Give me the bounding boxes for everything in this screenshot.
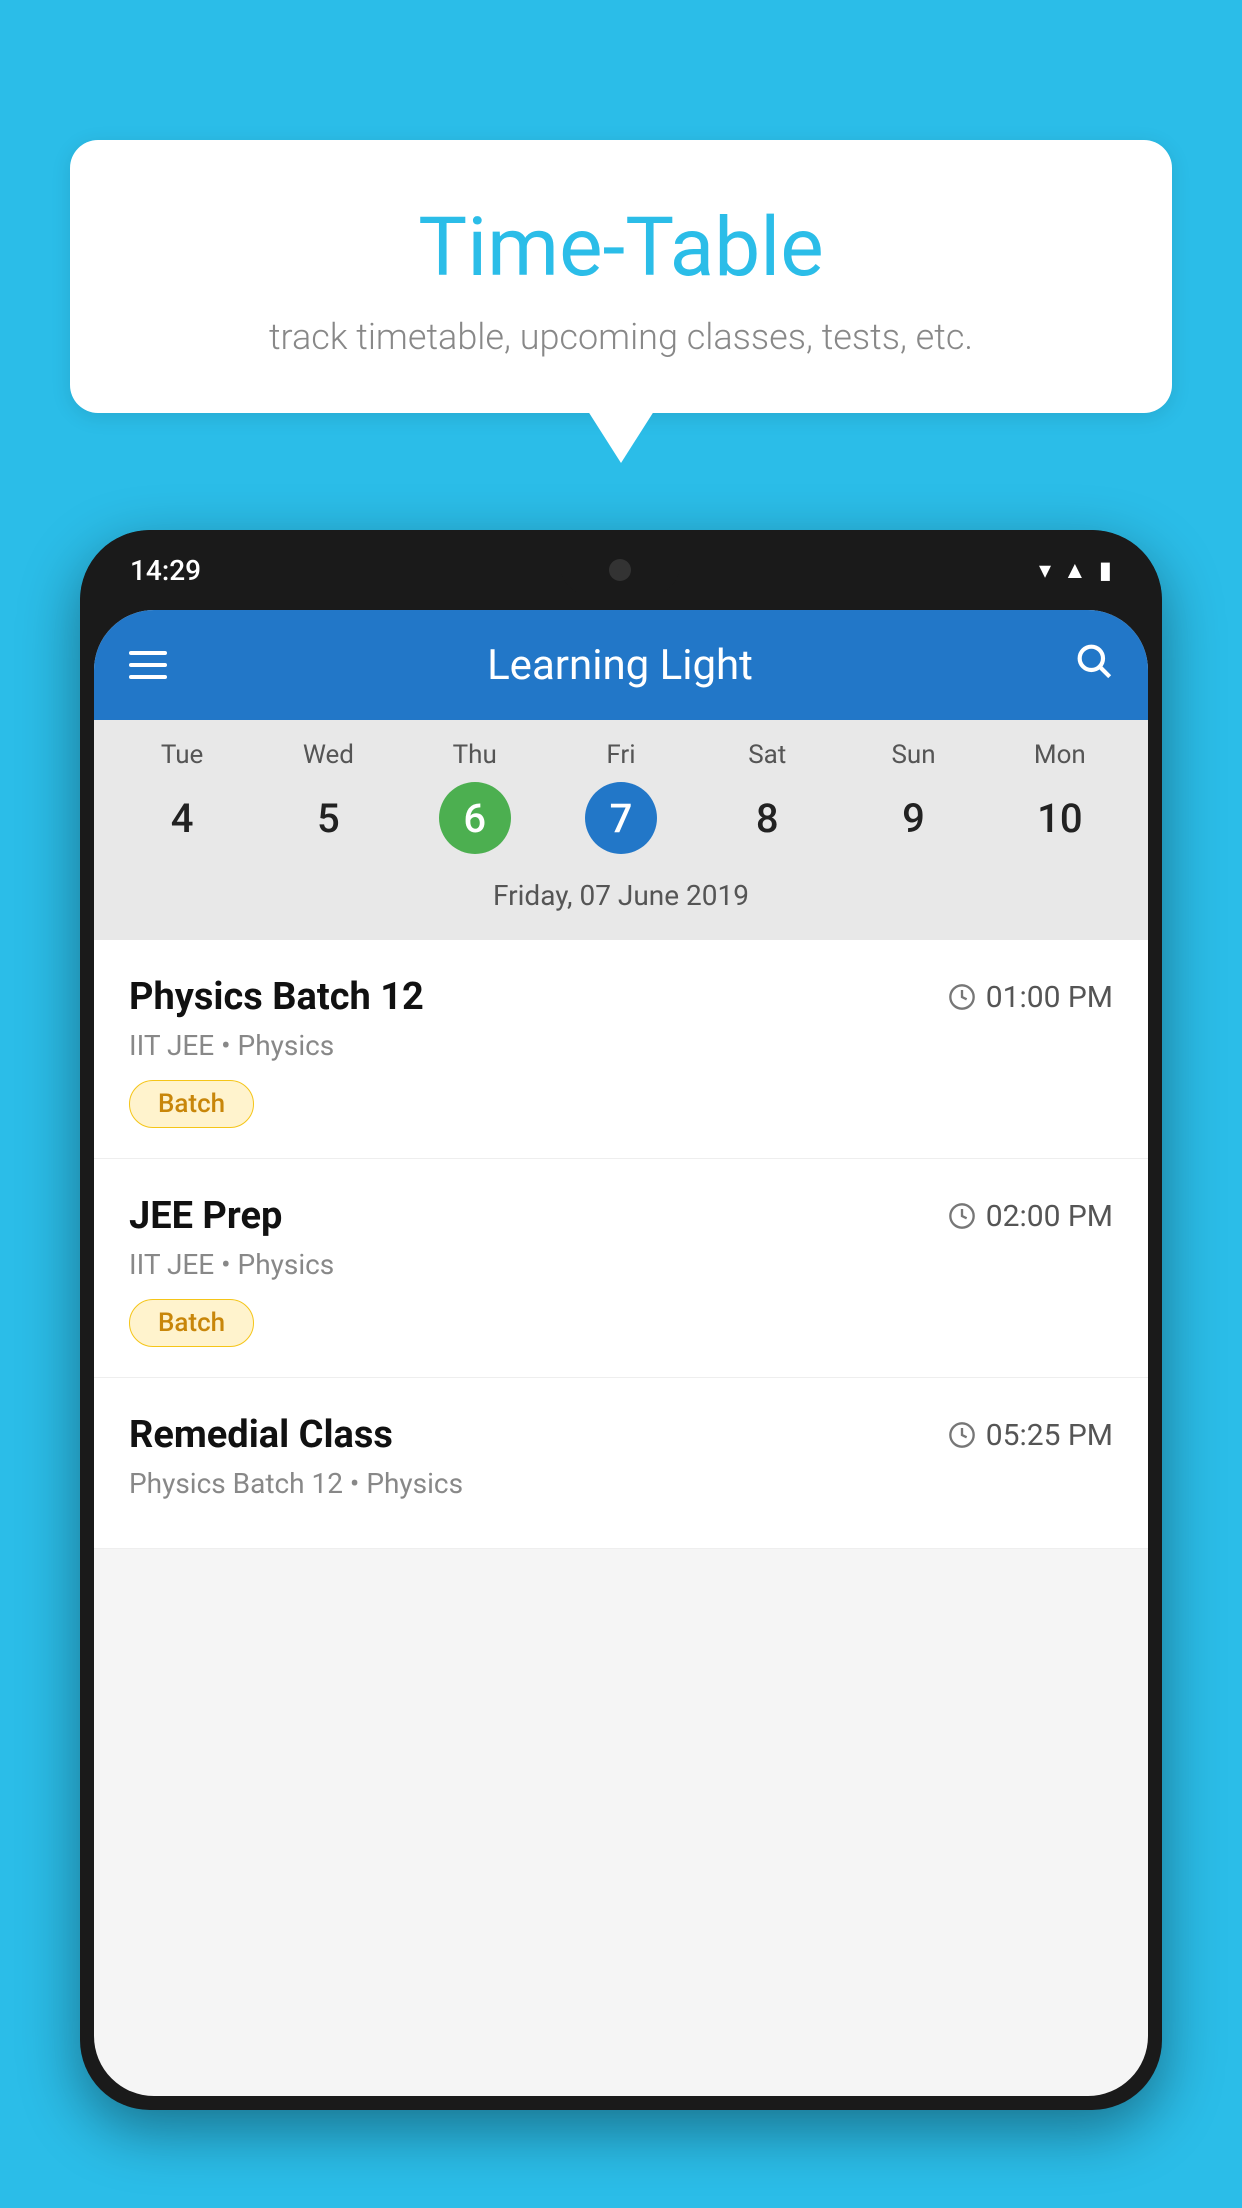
search-button[interactable]	[1073, 640, 1113, 690]
day-name: Sun	[891, 740, 935, 770]
day-name: Sat	[748, 740, 786, 770]
day-col-thu[interactable]: Thu 6	[403, 740, 546, 854]
day-name: Tue	[161, 740, 203, 770]
schedule-item-time: 01:00 PM	[948, 980, 1113, 1015]
camera-dot	[609, 559, 631, 581]
schedule-item-time: 05:25 PM	[948, 1418, 1113, 1453]
day-name: Thu	[453, 740, 497, 770]
menu-button[interactable]	[129, 651, 167, 679]
schedule-item-subtitle: IIT JEE • Physics	[129, 1248, 1113, 1281]
day-col-sat[interactable]: Sat 8	[696, 740, 839, 854]
app-title: Learning Light	[487, 641, 753, 690]
bubble-title: Time-Table	[120, 200, 1122, 296]
signal-icon: ▲	[1063, 556, 1087, 585]
day-name: Wed	[303, 740, 354, 770]
day-number[interactable]: 8	[731, 782, 803, 854]
speech-bubble-container: Time-Table track timetable, upcoming cla…	[70, 140, 1172, 413]
schedule-item[interactable]: Remedial Class 05:25 PM Physics Batch 12 •…	[94, 1378, 1148, 1549]
schedule-item-title: JEE Prep	[129, 1194, 282, 1238]
day-number[interactable]: 4	[146, 782, 218, 854]
schedule-list: Physics Batch 12 01:00 PM IIT JEE • Physic…	[94, 940, 1148, 1549]
schedule-item-time-text: 02:00 PM	[986, 1199, 1113, 1234]
schedule-item-time: 02:00 PM	[948, 1199, 1113, 1234]
schedule-item-title: Physics Batch 12	[129, 975, 424, 1019]
clock-icon	[948, 1202, 976, 1230]
schedule-item-subtitle: IIT JEE • Physics	[129, 1029, 1113, 1062]
day-col-mon[interactable]: Mon 10	[988, 740, 1131, 854]
day-number[interactable]: 10	[1024, 782, 1096, 854]
clock-icon	[948, 983, 976, 1011]
speech-bubble: Time-Table track timetable, upcoming cla…	[70, 140, 1172, 413]
phone-notch	[560, 545, 680, 595]
bubble-subtitle: track timetable, upcoming classes, tests…	[120, 316, 1122, 358]
schedule-item-time-text: 05:25 PM	[986, 1418, 1113, 1453]
day-number[interactable]: 7	[585, 782, 657, 854]
day-number[interactable]: 5	[292, 782, 364, 854]
day-col-tue[interactable]: Tue 4	[110, 740, 253, 854]
schedule-item-subtitle: Physics Batch 12 • Physics	[129, 1467, 1113, 1500]
app-header: Learning Light	[94, 610, 1148, 720]
batch-badge: Batch	[129, 1299, 254, 1347]
schedule-item-title: Remedial Class	[129, 1413, 393, 1457]
day-number[interactable]: 6	[439, 782, 511, 854]
phone-mockup: 14:29 ▾ ▲ ▮ Learning Light	[80, 530, 1162, 2110]
selected-date-label: Friday, 07 June 2019	[94, 869, 1148, 930]
schedule-item[interactable]: JEE Prep 02:00 PM IIT JEE • Physics Batch	[94, 1159, 1148, 1378]
day-col-sun[interactable]: Sun 9	[842, 740, 985, 854]
wifi-icon: ▾	[1039, 556, 1051, 584]
phone-container: 14:29 ▾ ▲ ▮ Learning Light	[80, 530, 1162, 2208]
week-days-row: Tue 4 Wed 5 Thu 6 Fri 7 Sat 8 Sun 9 Mon 10	[94, 740, 1148, 854]
status-icons: ▾ ▲ ▮	[1039, 556, 1112, 585]
schedule-item-header: JEE Prep 02:00 PM	[129, 1194, 1113, 1238]
schedule-item-time-text: 01:00 PM	[986, 980, 1113, 1015]
day-name: Mon	[1034, 740, 1086, 770]
day-col-fri[interactable]: Fri 7	[549, 740, 692, 854]
status-time: 14:29	[130, 554, 201, 587]
schedule-item[interactable]: Physics Batch 12 01:00 PM IIT JEE • Physic…	[94, 940, 1148, 1159]
phone-screen: Learning Light Tue4Wed5Thu6Fri7Sat8Sun9M…	[94, 610, 1148, 2096]
schedule-item-header: Physics Batch 12 01:00 PM	[129, 975, 1113, 1019]
day-name: Fri	[606, 740, 635, 770]
day-number[interactable]: 9	[878, 782, 950, 854]
phone-status-bar: 14:29 ▾ ▲ ▮	[80, 530, 1162, 610]
battery-icon: ▮	[1099, 556, 1112, 584]
schedule-item-header: Remedial Class 05:25 PM	[129, 1413, 1113, 1457]
calendar-strip: Tue 4 Wed 5 Thu 6 Fri 7 Sat 8 Sun 9 Mon 10 Friday, 07…	[94, 720, 1148, 940]
day-col-wed[interactable]: Wed 5	[257, 740, 400, 854]
clock-icon	[948, 1421, 976, 1449]
batch-badge: Batch	[129, 1080, 254, 1128]
